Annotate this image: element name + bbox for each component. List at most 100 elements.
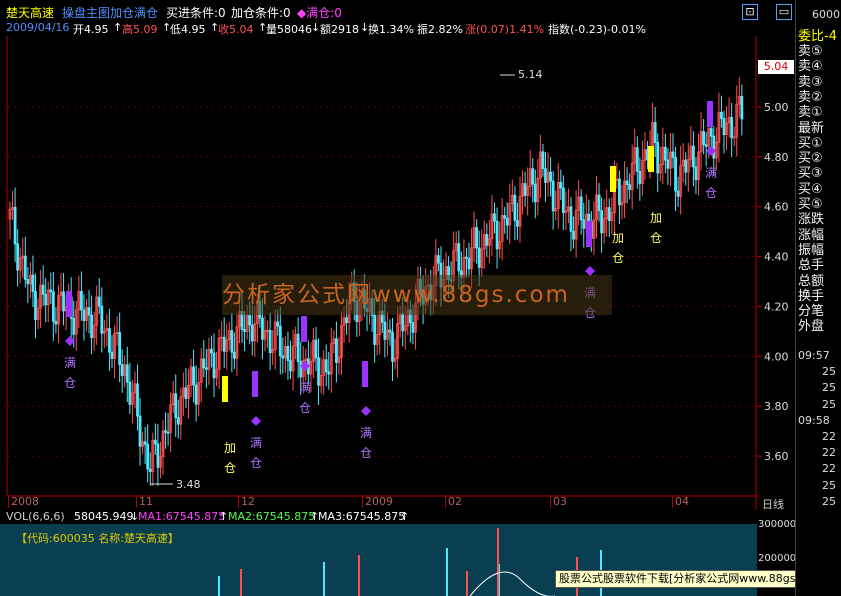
candle-body [391,331,394,362]
buy-condition: 买进条件:0 [166,6,226,20]
full-signal-diamond [361,406,371,416]
candle-body [722,118,726,136]
stock-icon[interactable]: ⊡ [742,4,758,20]
time-label: 12 [238,495,255,508]
candle-body [600,210,603,234]
formula-name[interactable]: 操盘主图加仓满仓 [62,4,158,21]
candle-body [128,381,132,405]
candle-body [13,207,17,245]
candle-body [533,183,537,203]
candle-body [345,317,349,324]
period-label[interactable]: 日线 [762,496,784,512]
candle-body [194,384,198,405]
side-time: 25 [822,381,836,395]
info-index: 指数(-0.23)-0.01% [548,23,646,36]
minimize-icon[interactable]: ▭ [776,4,792,20]
volume-bar [323,562,325,596]
candle-body [505,217,509,226]
side-time: 09:58 [798,413,830,427]
footer-banner[interactable]: 股票公式股票软件下载[分析家公式网www.88gs.com] [555,570,835,588]
candle-body [513,194,517,221]
candle-body [153,439,157,445]
side-time: 25 [822,478,836,492]
indicator-title-bar: 楚天高速 操盘主图加仓满仓 买进条件:0 加仓条件:0 ◆满仓:0 [0,0,757,22]
candle-body [148,468,152,472]
signal-label-top: 加 [224,441,236,455]
candle-body [243,329,247,332]
info-change: 涨(0.07)1.41% [465,23,545,36]
candle-body [110,351,114,359]
candle-body [692,145,695,168]
candle-body [276,321,280,327]
candle-body [26,279,30,285]
candle-body [204,367,208,370]
side-time: 22 [822,462,836,476]
candle-body [248,315,252,326]
time-axis: 2008 11 12 2009 02 03 04 [0,494,757,510]
candle-body [314,339,318,359]
full-signal-bar [252,371,258,397]
add-signal-bar [610,166,616,192]
high-mark: 5.14 [518,68,543,81]
candle-body [324,359,328,373]
candle-body [671,151,675,158]
side-time: 25 [822,365,836,379]
candle-body [281,355,285,359]
candle-body [674,157,677,192]
candlestick-chart[interactable]: 5.143.48满仓加仓满仓满仓满仓满仓加仓加仓满仓 [0,36,757,510]
candle-body [388,329,392,333]
vol-value: 58045.949 [74,510,134,523]
full-signal-bar [301,316,307,342]
candle-body [523,183,527,196]
side-time: 25 [822,494,836,508]
candle-body [663,146,667,161]
signal-label-bottom: 仓 [612,251,624,265]
info-open-arrow: ↑ [113,21,123,34]
candle-body [90,314,93,338]
candle-body [296,333,300,362]
signal-label-top: 满 [64,356,76,370]
candle-body [202,358,206,369]
candle-body [317,357,320,386]
add-signal-bar [222,376,228,402]
candle-body [628,184,632,190]
price-label: 4.40 [764,251,789,264]
candle-body [373,314,377,345]
candle-body [740,95,744,120]
candle-body [118,332,122,366]
candle-body [694,166,698,181]
volume-bar [218,576,220,596]
candle-body [582,219,586,229]
candle-body [54,320,58,325]
candle-body [230,330,234,353]
time-label: 03 [550,495,567,508]
signal-label-top: 加 [650,211,662,225]
current-price: 5.04 [763,60,789,73]
info-volume-arrow: ↓ [311,21,321,34]
full-signal-bar [66,291,72,317]
signal-label-top: 满 [299,381,311,395]
vol-ma1: MA1:67545.875 [138,510,226,523]
candle-body [62,291,65,312]
info-volume: 量58046 [266,23,312,36]
candle-body [138,415,142,447]
price-label: 3.60 [764,450,789,463]
current-price-tag: 5.04 [758,60,794,74]
stock-name: 楚天高速 [6,6,55,20]
candle-body [551,180,555,212]
signal-label-bottom: 仓 [250,456,262,470]
candle-body [516,220,519,227]
candle-body [232,351,236,359]
vol-ma3-arrow: ↑ [400,510,410,523]
time-label: 02 [445,495,462,508]
info-amount: 额2918 [320,23,359,36]
candle-body [709,128,713,137]
candle-body [656,142,660,174]
vol-label: VOL(6,6,6) [6,510,65,523]
candle-body [146,443,150,470]
candle-body [544,168,547,183]
vol-axis-mid: 200000 [758,553,797,564]
candle-body [618,178,621,206]
candle-body [607,207,611,222]
candle-body [82,309,86,321]
